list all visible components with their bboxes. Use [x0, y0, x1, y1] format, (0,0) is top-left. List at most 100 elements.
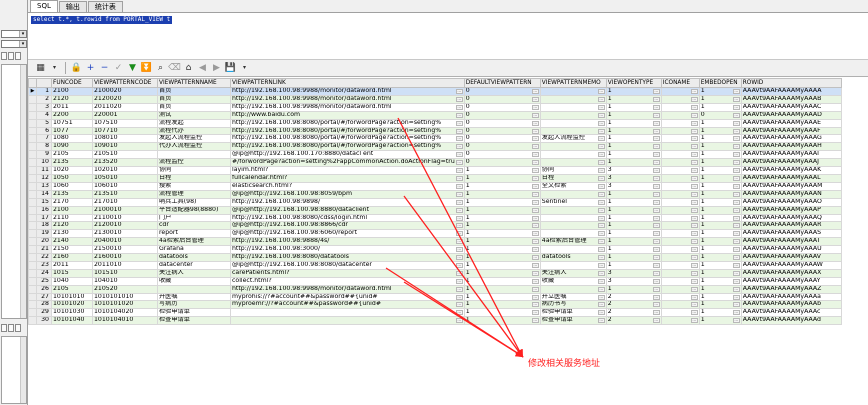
cell-code[interactable]: 2011010	[92, 260, 158, 270]
cell-link[interactable]: carePatients.html? ···	[230, 268, 465, 278]
cell-code[interactable]: 107510	[92, 118, 158, 128]
table-row[interactable]: 5 10751 107510 流程发起 http://192.168.100.98:80…	[28, 118, 842, 128]
cell-editor-button[interactable]: ···	[652, 112, 660, 118]
table-row[interactable]: 27 10101010 1010101010 开医嘱 myprohis://?#acco…	[28, 292, 842, 302]
cell-icon[interactable]: ···	[660, 197, 700, 207]
cell-link[interactable]: http://192.168.100.98:8080/datatools ···	[230, 253, 465, 262]
cell-icon[interactable]: ···	[660, 308, 700, 318]
cell-memo[interactable]: Sentinel ···	[539, 197, 607, 207]
column-header[interactable]: VIEWPATTERNLINK	[230, 78, 465, 88]
column-header[interactable]	[36, 78, 52, 88]
cell-icon[interactable]: ···	[660, 150, 700, 160]
cell-editor-button[interactable]: ···	[455, 112, 463, 118]
cell-embed[interactable]: 1 ···	[698, 237, 742, 247]
cell-code[interactable]: 213510	[92, 189, 158, 199]
cell-icon[interactable]: ···	[660, 253, 700, 262]
cell-funcode[interactable]: 2011	[51, 102, 93, 112]
cell-memo[interactable]: 收藏 ···	[539, 276, 607, 286]
cell-code[interactable]: 1010104010	[92, 316, 158, 326]
cell-link[interactable]: elasticsearch.html? ···	[230, 181, 465, 191]
cell-editor-button[interactable]: ···	[652, 270, 660, 276]
cell-editor-button[interactable]: ···	[531, 318, 539, 324]
row-indicator[interactable]	[28, 189, 37, 199]
filter-icon[interactable]	[8, 52, 14, 60]
cell-icon[interactable]: ···	[660, 205, 700, 215]
cell-editor-button[interactable]: ···	[690, 247, 698, 253]
cell-def[interactable]: 1 ···	[463, 316, 541, 326]
cell-editor-button[interactable]: ···	[531, 231, 539, 237]
cell-link[interactable]: ···	[230, 308, 465, 318]
cell-funcode[interactable]: 2100	[51, 205, 93, 215]
cell-def[interactable]: 0 ···	[463, 134, 541, 144]
cell-editor-button[interactable]: ···	[455, 310, 463, 316]
cell-icon[interactable]: ···	[660, 110, 700, 120]
cell-name[interactable]: 平台适配器98(8880)	[157, 205, 231, 215]
cell-def[interactable]: 0 ···	[463, 142, 541, 152]
cell-funcode[interactable]: 2120	[51, 221, 93, 231]
cell-editor-button[interactable]: ···	[690, 255, 698, 261]
cell-memo[interactable]: ···	[539, 221, 607, 231]
cell-code[interactable]: 106010	[92, 181, 158, 191]
cell-rowid[interactable]: AAAVt9AAFAAAAMyAAAY	[740, 276, 842, 286]
cell-icon[interactable]: ···	[660, 166, 700, 175]
cell-editor-button[interactable]: ···	[732, 223, 740, 229]
table-row[interactable]: 18 2120 2120010 cdr @ip@http://192.168.100.9…	[28, 221, 842, 231]
grid-icon[interactable]: ▦	[34, 62, 47, 75]
cell-icon[interactable]: ···	[660, 102, 700, 112]
cell-editor-button[interactable]: ···	[455, 239, 463, 245]
cell-editor-button[interactable]: ···	[652, 286, 660, 292]
row-indicator[interactable]	[28, 173, 37, 183]
cell-rowid[interactable]: AAAVt9AAFAAAAMyAAAG	[740, 134, 842, 144]
cell-def[interactable]: 1 ···	[463, 276, 541, 286]
cell-editor-button[interactable]: ···	[652, 231, 660, 237]
cell-embed[interactable]: 1 ···	[698, 87, 742, 96]
cell-rowid[interactable]: AAAVt9AAFAAAAMyAAAa	[740, 292, 842, 302]
cell-link[interactable]: @ip@http://192.168.100.98:8080/datacente…	[230, 260, 465, 270]
cell-rowid[interactable]: AAAVt9AAFAAAAMyAAAJ	[740, 158, 842, 168]
table-row[interactable]: ▶ 1 2100 2100020 首页 http://192.168.100.98:998…	[28, 87, 842, 96]
cell-name[interactable]: 搜索	[157, 181, 231, 191]
cell-editor-button[interactable]: ···	[732, 144, 740, 150]
cell-editor-button[interactable]: ···	[597, 96, 605, 102]
cell-rowid[interactable]: AAAVt9AAFAAAAMyAAAW	[740, 260, 842, 270]
cell-editor-button[interactable]: ···	[455, 89, 463, 94]
row-indicator[interactable]	[28, 316, 37, 326]
cell-editor-button[interactable]: ···	[455, 231, 463, 237]
cell-code[interactable]: 108010	[92, 134, 158, 144]
cell-code[interactable]: 213520	[92, 158, 158, 168]
cell-rowid[interactable]: AAAVt9AAFAAAAMyAAAR	[740, 221, 842, 231]
cell-editor-button[interactable]: ···	[597, 262, 605, 268]
cell-open[interactable]: 1 ···	[605, 102, 662, 112]
cell-open[interactable]: 3 ···	[605, 166, 662, 175]
next-icon[interactable]: ▼	[126, 62, 139, 75]
cell-open[interactable]: 1 ···	[605, 110, 662, 120]
cell-icon[interactable]: ···	[660, 260, 700, 270]
row-indicator[interactable]	[28, 166, 37, 175]
cell-editor-button[interactable]: ···	[455, 286, 463, 292]
cell-editor-button[interactable]: ···	[690, 215, 698, 221]
tab-sql[interactable]: SQL	[30, 0, 58, 12]
cell-icon[interactable]: ···	[660, 213, 700, 223]
cell-editor-button[interactable]: ···	[455, 104, 463, 110]
row-indicator[interactable]	[28, 221, 37, 231]
row-indicator[interactable]	[28, 253, 37, 262]
cell-link[interactable]: http://192.168.100.98:9888/4s/ ···	[230, 237, 465, 247]
table-row[interactable]: 12 1050 105010 日程 fullcalendar.html? ··· 1 ··· 日…	[28, 173, 842, 183]
cell-editor-button[interactable]: ···	[690, 207, 698, 213]
add-record-icon[interactable]: +	[84, 62, 97, 75]
cell-editor-button[interactable]: ···	[690, 286, 698, 292]
cell-editor-button[interactable]: ···	[597, 136, 605, 142]
cell-editor-button[interactable]: ···	[531, 191, 539, 197]
cell-editor-button[interactable]: ···	[652, 120, 660, 126]
cell-embed[interactable]: 1 ···	[698, 245, 742, 255]
cell-memo[interactable]: 开立医嘱 ···	[539, 292, 607, 302]
cell-link[interactable]: http://192.168.100.98:8080/portal/#/forw…	[230, 134, 465, 144]
cell-editor-button[interactable]: ···	[531, 278, 539, 284]
cell-funcode[interactable]: 2135	[51, 158, 93, 168]
cell-link[interactable]: http://192.168.100.98:8080/cdss/login.ht…	[230, 213, 465, 223]
cell-open[interactable]: 1 ···	[605, 221, 662, 231]
cell-editor-button[interactable]: ···	[690, 175, 698, 181]
cell-embed[interactable]: 1 ···	[698, 253, 742, 262]
cell-code[interactable]: 102010	[92, 166, 158, 175]
cell-def[interactable]: 1 ···	[463, 166, 541, 175]
